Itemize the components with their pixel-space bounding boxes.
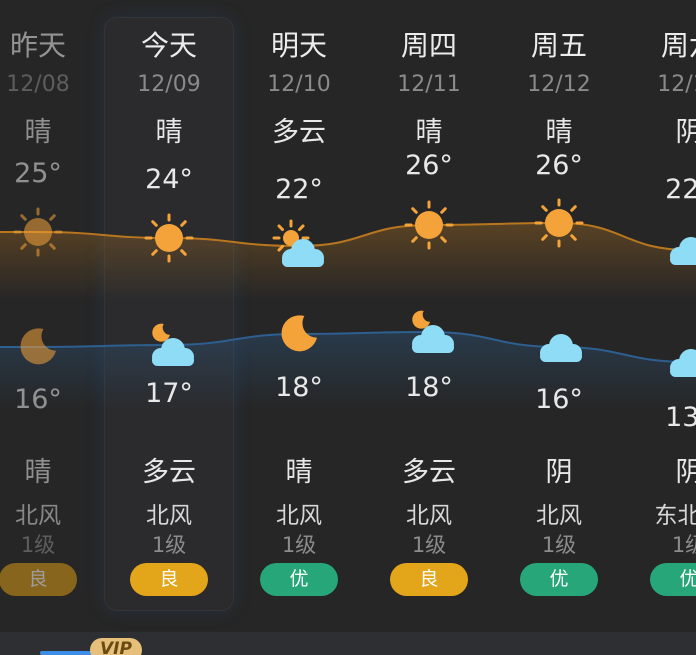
high-temp: 22°	[275, 174, 323, 205]
cloud-icon	[659, 220, 696, 280]
high-temp: 25°	[14, 158, 62, 189]
cloud-icon	[659, 332, 696, 392]
moon-icon	[269, 304, 329, 364]
wind-direction: 北风	[536, 503, 582, 529]
forecast-day-5[interactable]: 周六 12/13 阴 22° 13° 阴东北风 1级优	[624, 0, 696, 620]
aqi-badge: 优	[650, 563, 696, 596]
wind-direction: 北风	[276, 503, 322, 529]
day-condition: 晴	[545, 117, 573, 148]
day-condition: 晴	[24, 117, 52, 148]
low-temp: 18°	[275, 372, 323, 403]
night-condition: 晴	[24, 457, 52, 488]
wind-direction: 北风	[146, 503, 192, 529]
sun-icon	[399, 195, 459, 255]
forecast-day-3[interactable]: 周四 12/11 晴 26° 18° 多云北风 1级良	[364, 0, 494, 620]
date-label: 12/09	[137, 72, 201, 97]
night-condition: 多云	[142, 457, 196, 488]
wind-level: 1级	[20, 533, 56, 557]
forecast-day-0[interactable]: 昨天 12/08 晴 25° 16° 晴北风 1级良	[0, 0, 103, 620]
night-condition: 晴	[285, 457, 313, 488]
aqi-badge: 良	[390, 563, 468, 596]
day-condition: 晴	[155, 117, 183, 148]
date-label: 12/10	[267, 72, 331, 97]
day-label: 明天	[270, 29, 327, 62]
day-condition: 晴	[415, 117, 443, 148]
high-temp: 26°	[405, 150, 453, 181]
wind-direction: 北风	[406, 503, 452, 529]
day-condition: 阴	[675, 117, 696, 148]
day-label: 今天	[140, 29, 197, 62]
wind-level: 1级	[671, 533, 696, 557]
night-condition: 阴	[545, 457, 573, 488]
date-label: 12/08	[6, 72, 70, 97]
day-condition: 多云	[272, 117, 326, 148]
moon-cloud-icon	[139, 315, 199, 375]
aqi-badge: 良	[130, 563, 208, 596]
wind-level: 1级	[541, 533, 577, 557]
wind-level: 1级	[411, 533, 447, 557]
sun-cloud-icon	[269, 216, 329, 276]
wind-direction: 东北风	[654, 503, 696, 529]
cloud-icon	[529, 317, 589, 377]
moon-cloud-icon	[399, 302, 459, 362]
bottom-active-indicator	[40, 651, 92, 655]
vip-badge[interactable]: VIP	[90, 638, 142, 655]
sun-icon	[8, 202, 68, 262]
low-temp: 13°	[665, 402, 696, 433]
day-label: 周五	[530, 29, 587, 62]
forecast-day-2[interactable]: 明天 12/10 多云 22° 18° 晴北风 1级优	[234, 0, 364, 620]
low-temp: 18°	[405, 372, 453, 403]
sun-icon	[139, 208, 199, 268]
weather-forecast-panel: 昨天 12/08 晴 25° 16° 晴北风 1级良 今天 12/09 晴 24° 17° 多云北风 1级…	[0, 0, 696, 655]
aqi-badge: 优	[260, 563, 338, 596]
wind-level: 1级	[281, 533, 317, 557]
forecast-day-4[interactable]: 周五 12/12 晴 26° 16° 阴北风 1级优	[494, 0, 624, 620]
day-label: 周四	[400, 29, 457, 62]
sun-icon	[529, 193, 589, 253]
high-temp: 26°	[535, 150, 583, 181]
day-label: 昨天	[9, 29, 66, 62]
high-temp: 22°	[665, 174, 696, 205]
aqi-badge: 优	[520, 563, 598, 596]
high-temp: 24°	[145, 164, 193, 195]
wind-level: 1级	[151, 533, 187, 557]
night-condition: 阴	[675, 457, 696, 488]
aqi-badge: 良	[0, 563, 77, 596]
night-condition: 多云	[402, 457, 456, 488]
date-label: 12/11	[397, 72, 461, 97]
moon-icon	[8, 317, 68, 377]
low-temp: 16°	[535, 384, 583, 415]
low-temp: 16°	[14, 384, 62, 415]
date-label: 12/12	[527, 72, 591, 97]
wind-direction: 北风	[15, 503, 61, 529]
day-label: 周六	[660, 29, 696, 62]
forecast-day-1[interactable]: 今天 12/09 晴 24° 17° 多云北风 1级良	[104, 0, 234, 620]
low-temp: 17°	[145, 378, 193, 409]
date-label: 12/13	[657, 72, 696, 97]
